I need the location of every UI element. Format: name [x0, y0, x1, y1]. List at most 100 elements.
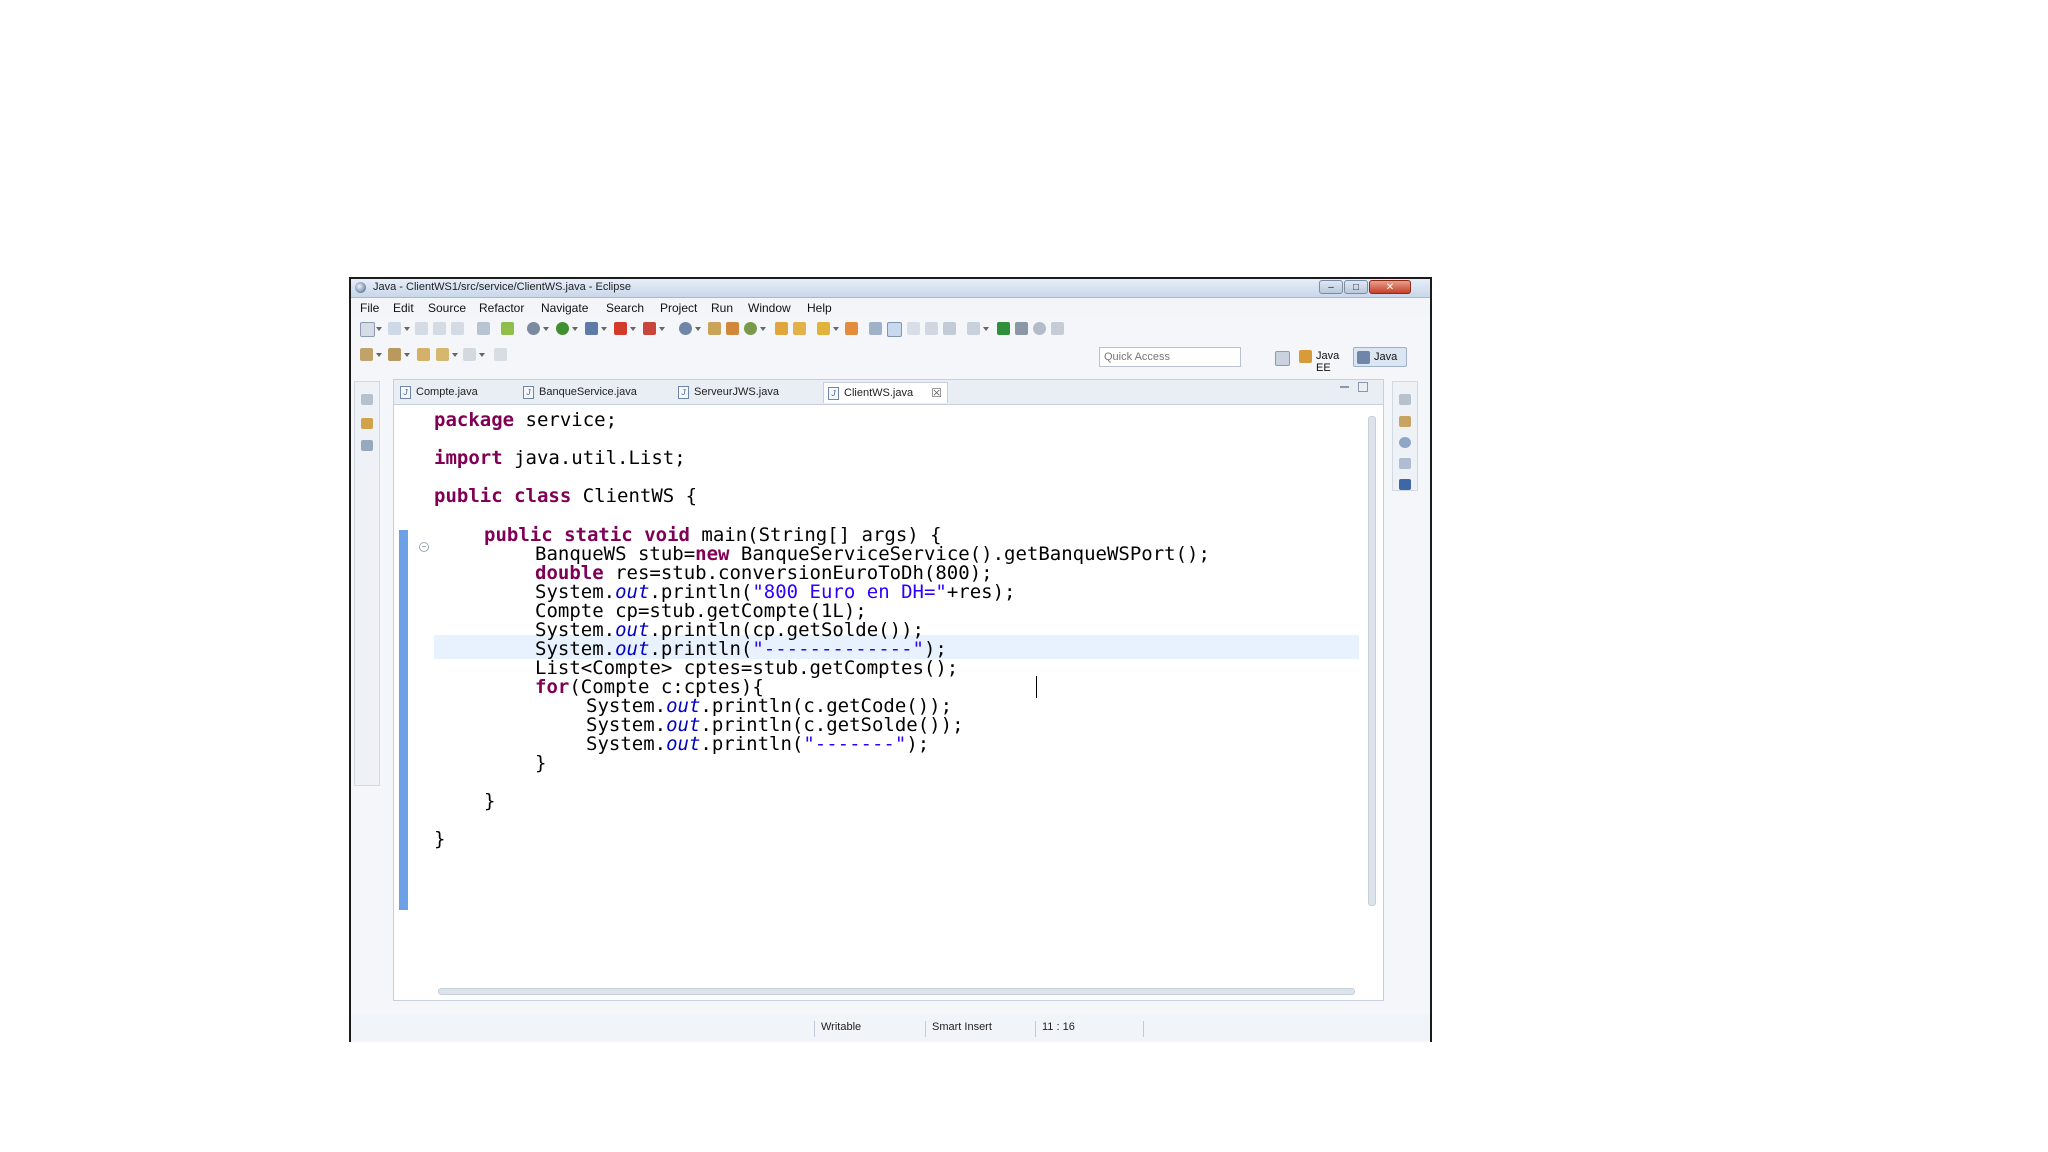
- close-tab-icon[interactable]: ☒: [931, 386, 942, 400]
- external-tools-icon[interactable]: [643, 322, 656, 335]
- tab-compte-java[interactable]: J Compte.java: [396, 382, 488, 403]
- text-caret: [1036, 676, 1037, 698]
- restore-right-icon[interactable]: [1399, 394, 1411, 405]
- perspective-java[interactable]: Java: [1353, 347, 1407, 367]
- menu-help[interactable]: Help: [807, 301, 832, 315]
- task-list-icon[interactable]: [1399, 416, 1411, 427]
- pencil-icon[interactable]: [501, 322, 514, 335]
- search-icon[interactable]: [679, 322, 692, 335]
- previous-annotation-dropdown-icon[interactable]: [404, 353, 410, 357]
- perspective-java-ee[interactable]: Java EE: [1296, 347, 1350, 374]
- block-selection-icon[interactable]: [925, 322, 938, 335]
- open-folder-icon[interactable]: [775, 322, 788, 335]
- back-icon[interactable]: [436, 348, 449, 361]
- new-package-icon[interactable]: [708, 322, 721, 335]
- code-text[interactable]: package service; import java.util.List; …: [434, 408, 1359, 982]
- skip-breakpoints-icon[interactable]: [1015, 322, 1028, 335]
- code-editor[interactable]: J Compte.java J BanqueService.java J Ser…: [393, 379, 1384, 1001]
- stop-icon[interactable]: [614, 322, 627, 335]
- next-annotation-icon[interactable]: [360, 348, 373, 361]
- open-task-icon[interactable]: [793, 322, 806, 335]
- status-divider: [1143, 1021, 1145, 1037]
- open-perspective-folder-icon[interactable]: [845, 322, 858, 335]
- debug-settings-icon[interactable]: [527, 322, 540, 335]
- open-type-icon[interactable]: [388, 322, 401, 335]
- resume-icon[interactable]: [997, 322, 1010, 335]
- forward-dropdown-icon[interactable]: [479, 353, 485, 357]
- new-class-icon[interactable]: [726, 322, 739, 335]
- coverage-dropdown-icon[interactable]: [601, 327, 607, 331]
- problems-icon[interactable]: [1399, 458, 1411, 469]
- external-tools-dropdown-icon[interactable]: [659, 327, 665, 331]
- tab-serveurjws-java[interactable]: J ServeurJWS.java: [674, 382, 784, 403]
- menu-window[interactable]: Window: [748, 301, 791, 315]
- fold-collapse-icon[interactable]: −: [419, 542, 429, 552]
- toggle-breadcrumb-icon[interactable]: [869, 322, 882, 335]
- annotation-dropdown-icon[interactable]: [983, 327, 989, 331]
- code-line-19: }: [535, 752, 547, 774]
- menu-edit[interactable]: Edit: [393, 301, 414, 315]
- new-wizard-dropdown-icon[interactable]: [760, 327, 766, 331]
- tab-clientws-java[interactable]: J ClientWS.java ☒: [823, 382, 948, 403]
- mark-occurrences-icon[interactable]: [887, 322, 902, 337]
- package-explorer-icon[interactable]: [361, 418, 373, 429]
- menu-navigate[interactable]: Navigate: [541, 301, 588, 315]
- last-edit-location-icon[interactable]: [417, 348, 430, 361]
- coverage-icon[interactable]: [585, 322, 598, 335]
- code-line-3: import java.util.List;: [434, 447, 686, 469]
- maximize-editor-icon[interactable]: [1358, 382, 1368, 392]
- debug-dropdown-icon[interactable]: [543, 327, 549, 331]
- forward-icon[interactable]: [463, 348, 476, 361]
- tab-banqueservice-java[interactable]: J BanqueService.java: [519, 382, 639, 403]
- minimize-editor-icon[interactable]: [1340, 386, 1349, 388]
- menu-refactor[interactable]: Refactor: [479, 301, 524, 315]
- print-icon[interactable]: [451, 322, 464, 335]
- next-annotation-dropdown-icon[interactable]: [376, 353, 382, 357]
- scrollbar-thumb[interactable]: [438, 988, 1355, 995]
- horizontal-scrollbar[interactable]: [434, 987, 1359, 997]
- save-icon[interactable]: [415, 322, 428, 335]
- close-window-button[interactable]: ✕: [1369, 280, 1411, 294]
- back-dropdown-icon[interactable]: [452, 353, 458, 357]
- minimize-button[interactable]: –: [1319, 280, 1343, 294]
- open-perspective-icon[interactable]: [1275, 351, 1290, 366]
- menu-search[interactable]: Search: [606, 301, 644, 315]
- java-file-icon: J: [678, 386, 689, 399]
- menu-source[interactable]: Source: [428, 301, 466, 315]
- search-dropdown-icon[interactable]: [695, 327, 701, 331]
- restore-icon[interactable]: [361, 394, 373, 405]
- new-dropdown-icon[interactable]: [376, 327, 382, 331]
- stop-dropdown-icon[interactable]: [630, 327, 636, 331]
- java-file-icon: J: [400, 386, 411, 399]
- outline-icon[interactable]: [1399, 437, 1411, 448]
- new-icon[interactable]: [360, 322, 375, 337]
- scrollbar-thumb[interactable]: [1368, 416, 1376, 906]
- java-perspective-icon: [1357, 351, 1370, 364]
- run-icon[interactable]: [556, 322, 569, 335]
- new-interface-icon[interactable]: [744, 322, 757, 335]
- menu-project[interactable]: Project: [660, 301, 697, 315]
- pin-editor-icon[interactable]: [494, 348, 507, 361]
- annotation-icon[interactable]: [967, 322, 980, 335]
- maximize-button[interactable]: □: [1344, 280, 1368, 294]
- save-all-icon[interactable]: [433, 322, 446, 335]
- vertical-scrollbar[interactable]: [1366, 406, 1378, 980]
- open-dropdown-icon[interactable]: [404, 327, 410, 331]
- toggle-mark-icon[interactable]: [477, 322, 490, 335]
- quick-access-input[interactable]: Quick Access: [1099, 347, 1241, 367]
- type-hierarchy-icon[interactable]: [361, 440, 373, 451]
- lightbulb-icon[interactable]: [817, 322, 830, 335]
- run-dropdown-icon[interactable]: [572, 327, 578, 331]
- code-line-18: System.out.println("-------");: [586, 733, 930, 755]
- java-ee-perspective-icon: [1299, 350, 1312, 363]
- menu-file[interactable]: File: [360, 301, 379, 315]
- previous-annotation-icon[interactable]: [388, 348, 401, 361]
- disconnect-icon[interactable]: [1051, 322, 1064, 335]
- menu-run[interactable]: Run: [711, 301, 733, 315]
- lightbulb-dropdown-icon[interactable]: [833, 327, 839, 331]
- terminate-icon[interactable]: [1033, 322, 1046, 335]
- word-wrap-icon[interactable]: [907, 322, 920, 335]
- show-whitespace-icon[interactable]: [943, 322, 956, 335]
- console-icon[interactable]: [1399, 479, 1411, 490]
- editor-tab-bar: J Compte.java J BanqueService.java J Ser…: [394, 380, 1383, 405]
